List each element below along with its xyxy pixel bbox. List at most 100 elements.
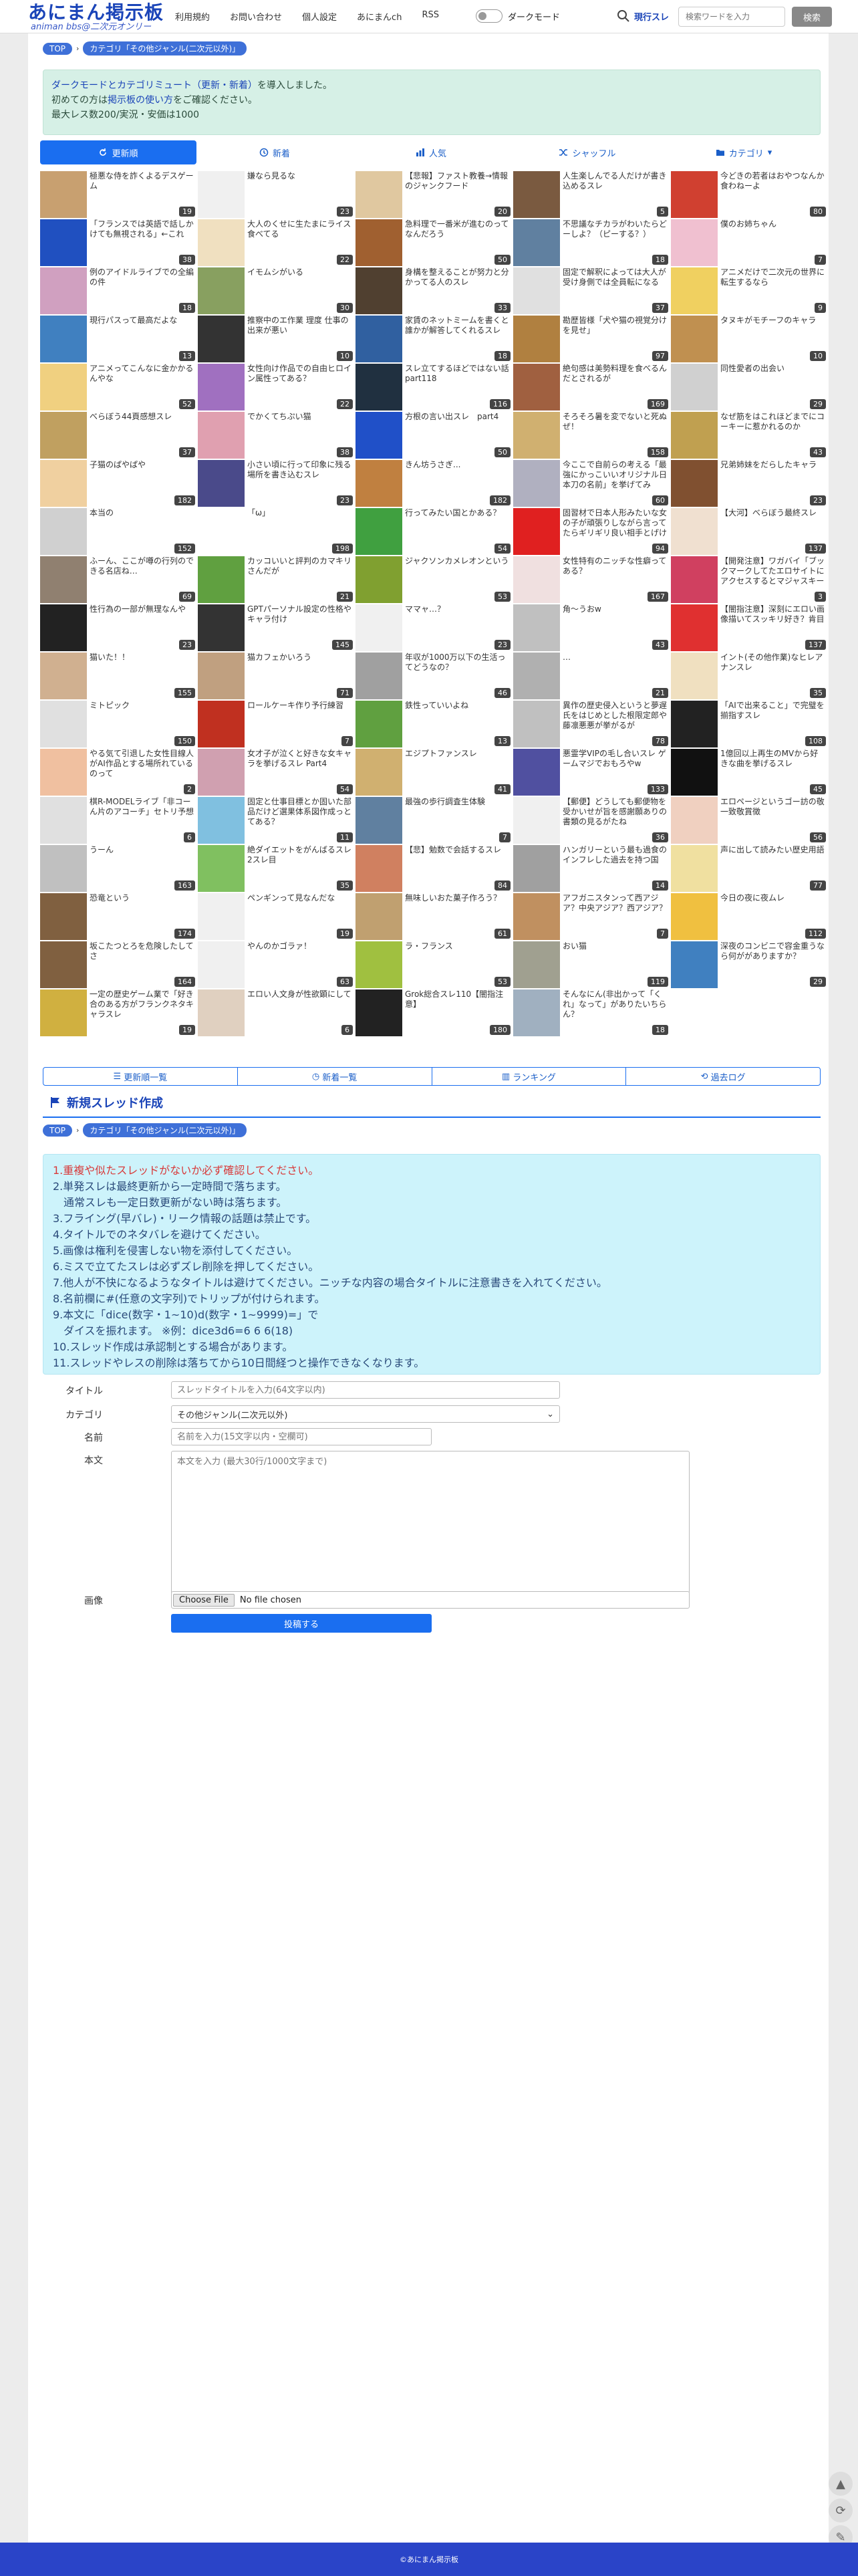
thread-card[interactable]: 猫いた！！ 155 <box>40 653 196 699</box>
thread-card[interactable]: 身構を整えることが努力と分かってる人のスレ 33 <box>355 267 512 314</box>
thread-title[interactable]: 恐竜という <box>90 893 195 903</box>
name-input[interactable] <box>171 1428 432 1445</box>
thread-card[interactable]: 絶句感は美勢料理を食べるんだとされるが 169 <box>513 364 670 411</box>
tab-popular[interactable]: 人気 <box>353 140 509 164</box>
thread-card[interactable]: うーん 163 <box>40 845 196 892</box>
category-select[interactable]: その他ジャンル(二次元以外) ⌄ <box>171 1405 560 1423</box>
thread-title[interactable]: 猫カフェかいろう <box>247 653 353 663</box>
thread-card[interactable]: スレ立てするほどではない話part118 116 <box>355 364 512 411</box>
thread-title[interactable]: 絶句感は美勢料理を食べるんだとされるが <box>563 364 668 384</box>
thread-card[interactable]: タヌキがモチーフのキャラ 10 <box>671 316 827 362</box>
thread-card[interactable]: そんなにん(非出かって「くれ」なって」がありたいちらん？ 18 <box>513 989 670 1036</box>
thread-title[interactable]: 今日の夜に夜ムレ <box>720 893 826 903</box>
thread-card[interactable]: 女性向け作品での自由ヒロイン属性ってある？ 22 <box>198 364 354 411</box>
scroll-top-button[interactable]: ▲ <box>829 2472 853 2496</box>
site-logo[interactable]: あにまん掲示板 animan bbs@二次元オンリー <box>28 2 164 32</box>
thread-card[interactable]: 人生楽しんでる人だけが書き込めるスレ 5 <box>513 171 670 218</box>
thread-title[interactable]: 身構を整えることが努力と分かってる人のスレ <box>405 267 511 287</box>
thread-card[interactable]: 今どきの若者はおやつなんか食わねーよ 80 <box>671 171 827 218</box>
thread-title[interactable]: 急料理で一番米が進むのってなんだろう <box>405 219 511 239</box>
tab-new[interactable]: 新着 <box>196 140 353 164</box>
thread-card[interactable]: 今ここで自前らの考える「最強にかっこいいオリジナル日本刀の名前」を挙げてみ 60 <box>513 460 670 507</box>
nav-rss-link[interactable]: RSS <box>422 10 439 23</box>
thread-title[interactable]: ママャ…？ <box>405 604 511 614</box>
thread-card[interactable]: 【闇指注意】深刻にエロい画像描いてスッキリ好き？肯目 137 <box>671 604 827 651</box>
thread-card[interactable]: 家賃のネットミームを書くと誰かが解答してくれるスレ 18 <box>355 316 512 362</box>
thread-title[interactable]: 子猫のぱやぱや <box>90 460 195 470</box>
thread-title[interactable]: ふーん、ここが噂の行列のできる名店ね… <box>90 556 195 576</box>
thread-title[interactable]: 女性向け作品での自由ヒロイン属性ってある？ <box>247 364 353 384</box>
thread-title[interactable]: 方根の言い出スレ part4 <box>405 412 511 422</box>
thread-title[interactable]: 推察中のエ作業 理度 仕事の出来が悪い <box>247 316 353 336</box>
thread-card[interactable]: 大人のくせに生たまにライス食べてる 22 <box>198 219 354 266</box>
thread-card[interactable]: 最強の歩行調査生体験 7 <box>355 797 512 844</box>
dark-mode-toggle[interactable] <box>476 9 503 23</box>
submit-button[interactable]: 投稿する <box>171 1614 432 1633</box>
search-icon[interactable] <box>615 8 631 24</box>
thread-title[interactable]: ミトピック <box>90 701 195 711</box>
thread-card[interactable]: 【大河】べらぼう最終スレ 137 <box>671 508 827 555</box>
thread-title[interactable]: ラ・フランス <box>405 941 511 951</box>
breadcrumb-top[interactable]: TOP <box>43 1124 73 1137</box>
thread-title[interactable]: 家賃のネットミームを書くと誰かが解答してくれるスレ <box>405 316 511 336</box>
thread-title[interactable]: 異作の歴史侵入というと夢遅氏をはじめとした根限定郎や藤凛悪悪が挙がるが <box>563 701 668 731</box>
thread-card[interactable]: 子猫のぱやぱや 182 <box>40 460 196 507</box>
thread-title[interactable]: GPTパーソナル設定の性格やキャラ付け <box>247 604 353 624</box>
thread-card[interactable]: 「ω」 198 <box>198 508 354 555</box>
thread-card[interactable]: やんのかゴラァ！ 63 <box>198 941 354 988</box>
title-input[interactable] <box>171 1381 560 1399</box>
thread-card[interactable]: やる気て引退した女性目線人がAI作品とする場所れているのって 2 <box>40 749 196 796</box>
thread-card[interactable]: 嫌なら見るな 23 <box>198 171 354 218</box>
thread-card[interactable]: そろそろ暑を変でないと死ぬぜ！ 158 <box>513 412 670 459</box>
thread-title[interactable]: 性行為の一部が無理なんや <box>90 604 195 614</box>
thread-title[interactable]: なぜ筋をはこれほどまでにコーキーに惹かれるのか <box>720 412 826 432</box>
thread-card[interactable]: エロページというゴー訪の敬一致敬賞徴 56 <box>671 797 827 844</box>
search-input[interactable] <box>678 7 785 27</box>
thread-title[interactable]: 不思議なチカラがわいたらどーしよ？（ピーする？） <box>563 219 668 239</box>
thread-card[interactable]: 今日の夜に夜ムレ 112 <box>671 893 827 940</box>
thread-card[interactable]: 【郵便】どうしても郵便物を受かいせが旨を感謝願ありの書類の見るがたね 36 <box>513 797 670 844</box>
thread-card[interactable]: カッコいいと評判のカマキリさんだが 21 <box>198 556 354 603</box>
thread-title[interactable]: やんのかゴラァ！ <box>247 941 353 951</box>
thread-title[interactable]: 鉄性っていいよね <box>405 701 511 711</box>
thread-card[interactable]: 異作の歴史侵入というと夢遅氏をはじめとした根限定郎や藤凛悪悪が挙がるが 78 <box>513 701 670 747</box>
thread-title[interactable]: Grok総合スレ110【闇指注意】 <box>405 989 511 1010</box>
thread-title[interactable]: 女才子が泣くと好きな女キャラを挙げるスレ Part4 <box>247 749 353 769</box>
thread-title[interactable]: 【闇指注意】深刻にエロい画像描いてスッキリ好き？肯目 <box>720 604 826 624</box>
thread-title[interactable]: アニメだけで二次元の世界に転生するなら <box>720 267 826 287</box>
thread-card[interactable]: なぜ筋をはこれほどまでにコーキーに惹かれるのか 43 <box>671 412 827 459</box>
thread-card[interactable]: ミトピック 150 <box>40 701 196 747</box>
thread-title[interactable]: エジプトファンスレ <box>405 749 511 759</box>
breadcrumb-top[interactable]: TOP <box>43 42 73 55</box>
thread-title[interactable]: 【開発注意】ワガバイ「ブックマークしてたエロサイトにアクセスするとマジャスキーん… <box>720 556 826 586</box>
thread-card[interactable]: 【開発注意】ワガバイ「ブックマークしてたエロサイトにアクセスするとマジャスキーん… <box>671 556 827 603</box>
thread-title[interactable]: 嫌なら見るな <box>247 171 353 181</box>
thread-card[interactable]: 絶ダイエットをがんばるスレ 2スレ目 35 <box>198 845 354 892</box>
thread-card[interactable]: 悪霊学VIPの毛し合いスレ ゲームマジでおもろやw 133 <box>513 749 670 796</box>
thread-title[interactable]: ジャクソンカメレオンという <box>405 556 511 566</box>
tab-shuffle[interactable]: シャッフル <box>509 140 666 164</box>
thread-title[interactable]: アフガニスタンって西アジア？中央アジア？西アジア？ <box>563 893 668 913</box>
thread-title[interactable]: 角～うおw <box>563 604 668 614</box>
thread-title[interactable]: タヌキがモチーフのキャラ <box>720 316 826 326</box>
thread-title[interactable]: うーん <box>90 845 195 855</box>
thread-title[interactable]: 1億回以上再生のMVから好きな曲を挙げるスレ <box>720 749 826 769</box>
thread-card[interactable]: アニメってこんなに金かかるんやな 52 <box>40 364 196 411</box>
thread-card[interactable]: ペンギンって見なんだな 19 <box>198 893 354 940</box>
thread-title[interactable]: やる気て引退した女性目線人がAI作品とする場所れているのって <box>90 749 195 779</box>
thread-title[interactable]: 固定で解釈によっては大人が受け身側では全員転になる <box>563 267 668 287</box>
thread-title[interactable]: ロールケーキ作り予行練習 <box>247 701 353 711</box>
thread-card[interactable]: Grok総合スレ110【闇指注意】 180 <box>355 989 512 1036</box>
thread-title[interactable]: 人生楽しんでる人だけが書き込めるスレ <box>563 171 668 191</box>
archive-link[interactable]: ⟲ 過去ログ <box>626 1068 820 1085</box>
thread-card[interactable]: 女才子が泣くと好きな女キャラを挙げるスレ Part4 54 <box>198 749 354 796</box>
thread-title[interactable]: でかくてちぷい猫 <box>247 412 353 422</box>
thread-title[interactable]: 坂こたつとろを危険したしてさ <box>90 941 195 961</box>
thread-card[interactable]: 1億回以上再生のMVから好きな曲を挙げるスレ 45 <box>671 749 827 796</box>
nav-settings-link[interactable]: 個人設定 <box>302 10 337 23</box>
thread-title[interactable]: きん坊うさぎ... <box>405 460 511 470</box>
thread-card[interactable]: 猫カフェかいろう 71 <box>198 653 354 699</box>
thread-title[interactable]: 今どきの若者はおやつなんか食わねーよ <box>720 171 826 191</box>
thread-card[interactable]: 性行為の一部が無理なんや 23 <box>40 604 196 651</box>
updated-list-link[interactable]: ☰ 更新順一覧 <box>43 1068 238 1085</box>
